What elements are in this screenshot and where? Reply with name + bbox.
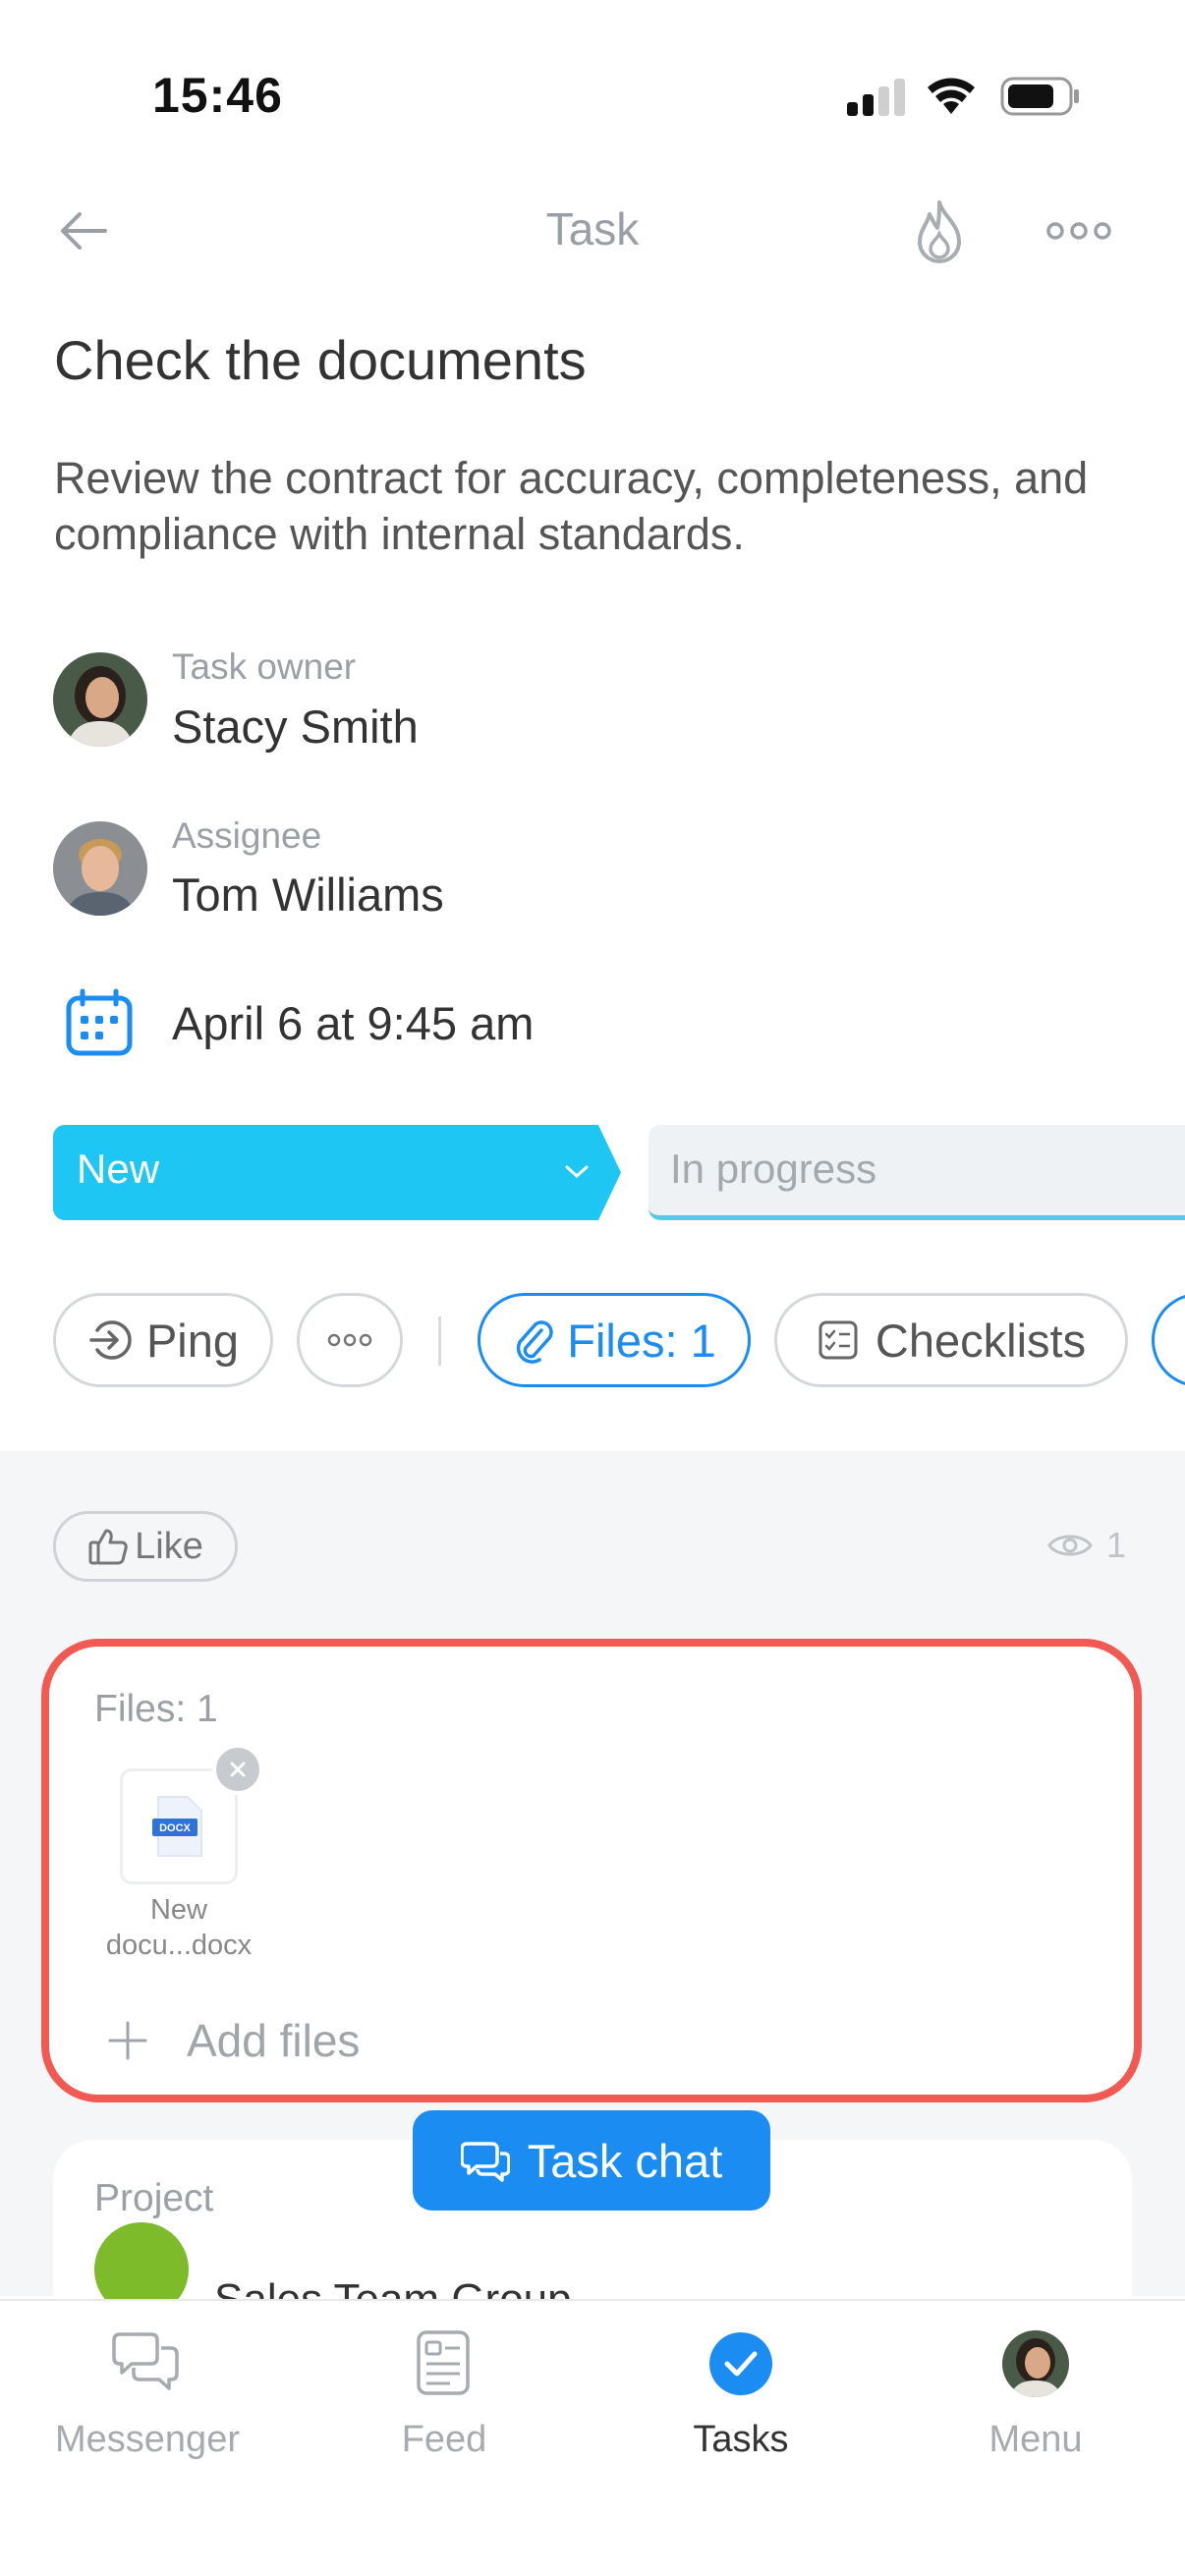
close-icon [230,1762,246,1777]
calendar-icon [65,988,134,1062]
owner-name[interactable]: Stacy Smith [172,700,419,754]
file-type-text: DOCX [159,1822,191,1834]
file-name-line1: New [149,1894,207,1926]
cellular-signal-icon [847,79,908,123]
assignee-label: Assignee [172,815,322,856]
chevron-down-icon [564,1163,590,1186]
more-horizontal-icon [1046,222,1111,240]
owner-label: Task owner [172,646,357,687]
assignee-name[interactable]: Tom Williams [172,868,444,922]
user-avatar-icon [1002,2330,1069,2397]
stage-current-label: New [77,1146,160,1192]
nav-tasks[interactable] [593,2328,888,2404]
like-button[interactable]: Like [53,1511,238,1582]
chat-icon [460,2142,510,2182]
file-name-line2: docu...docx [105,1930,253,1961]
page-header-title: Task [545,203,640,254]
files-count-label: Files: 1 [94,1688,218,1730]
ping-label: Ping [145,1314,240,1367]
more-actions-button[interactable] [297,1293,403,1387]
stage-next-label: In progress [670,1146,877,1192]
priority-button[interactable] [910,198,969,267]
nav-feed[interactable] [297,2328,592,2404]
remove-file-button[interactable] [212,1744,263,1795]
ping-icon [89,1320,132,1360]
eye-icon [1047,1535,1093,1556]
feed-icon [417,2330,470,2395]
more-horizontal-icon [327,1333,372,1347]
nav-feed-label: Feed [401,2419,487,2460]
paperclip-icon [517,1320,553,1364]
battery-icon [1000,77,1081,121]
task-description: Review the contract for accuracy, comple… [54,453,1089,559]
task-title: Check the documents [54,329,587,391]
nav-menu[interactable] [888,2328,1183,2404]
status-time: 15:46 [152,68,283,123]
plus-icon [108,2021,147,2060]
messenger-icon [112,2332,179,2390]
files-button-label: Files: 1 [567,1314,716,1367]
task-chat-button[interactable]: Task chat [413,2110,770,2211]
views-count: 1 [1106,1525,1127,1565]
views-counter: 1 [1047,1525,1126,1566]
flame-icon [918,200,961,263]
tasks-check-icon [709,2332,772,2395]
file-name: New docu...docx [90,1892,267,1963]
wifi-icon [926,75,977,121]
checklists-button[interactable]: Checklists [774,1293,1128,1387]
divider [438,1316,441,1366]
owner-avatar[interactable] [53,652,147,747]
add-files-label: Add files [187,2015,361,2066]
ping-button[interactable]: Ping [53,1293,273,1387]
docx-file-icon: DOCX [152,1796,202,1857]
assignee-avatar[interactable] [53,821,147,916]
nav-tasks-label: Tasks [693,2419,789,2460]
files-button[interactable]: Files: 1 [478,1293,751,1387]
like-label: Like [135,1525,203,1567]
task-chat-label: Task chat [527,2134,723,2187]
nav-messenger[interactable] [0,2328,295,2404]
checklist-icon [818,1320,858,1360]
add-files-button[interactable]: Add files [106,2014,360,2067]
nav-menu-label: Menu [988,2419,1083,2460]
nav-messenger-label: Messenger [55,2419,240,2460]
thumbs-up-icon [88,1529,128,1565]
next-pill-partial[interactable] [1152,1293,1185,1387]
more-options-button[interactable] [1045,214,1112,248]
checklists-label: Checklists [875,1314,1087,1367]
project-label: Project [94,2177,214,2219]
deadline-text[interactable]: April 6 at 9:45 am [172,996,534,1050]
